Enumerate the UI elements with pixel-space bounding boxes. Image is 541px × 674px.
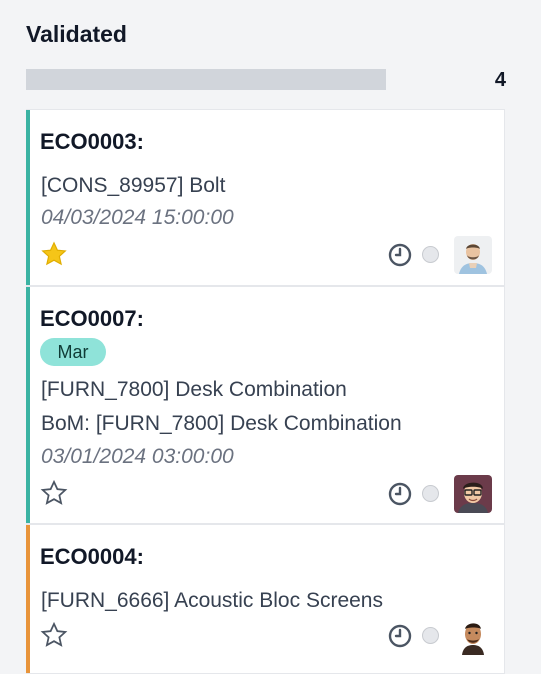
kanban-card[interactable]: ECO0007: Mar [FURN_7800] Desk Combinatio… xyxy=(26,286,505,524)
column-record-count: 4 xyxy=(494,69,506,91)
status-dot[interactable] xyxy=(422,627,439,644)
card-reference: ECO0003: xyxy=(40,129,144,154)
kanban-card[interactable]: ECO0004: [FURN_6666] Acoustic Bloc Scree… xyxy=(26,524,505,674)
clock-icon[interactable] xyxy=(388,624,412,648)
clock-icon[interactable] xyxy=(388,243,412,267)
status-dot[interactable] xyxy=(422,485,439,502)
man-cartoon-avatar-icon xyxy=(454,617,492,655)
user-avatar[interactable] xyxy=(454,475,492,513)
column-title[interactable]: Validated xyxy=(26,21,127,48)
status-dot[interactable] xyxy=(422,246,439,263)
clock-icon[interactable] xyxy=(388,482,412,506)
card-date: 03/01/2024 03:00:00 xyxy=(41,445,234,468)
card-reference: ECO0007: xyxy=(40,306,144,331)
star-outline-icon[interactable] xyxy=(40,621,68,649)
card-bom: BoM: [FURN_7800] Desk Combination xyxy=(41,412,402,435)
card-reference: ECO0004: xyxy=(40,544,144,569)
column-progress-bar[interactable] xyxy=(26,69,386,90)
kanban-card[interactable]: ECO0003: [CONS_89957] Bolt 04/03/2024 15… xyxy=(26,109,505,286)
user-avatar[interactable] xyxy=(454,617,492,655)
card-color-stripe xyxy=(26,110,30,285)
user-avatar[interactable] xyxy=(454,236,492,274)
card-date: 04/03/2024 15:00:00 xyxy=(41,206,234,229)
card-color-stripe xyxy=(26,525,30,673)
card-product: [FURN_7800] Desk Combination xyxy=(41,378,347,401)
star-outline-icon[interactable] xyxy=(40,479,68,507)
tag-badge: Mar xyxy=(40,338,106,366)
man-with-glasses-avatar-icon xyxy=(454,475,492,513)
man-with-beard-avatar-icon xyxy=(454,236,492,274)
card-color-stripe xyxy=(26,287,30,523)
card-product: [FURN_6666] Acoustic Bloc Screens xyxy=(41,589,383,612)
card-product: [CONS_89957] Bolt xyxy=(41,174,226,197)
star-icon[interactable] xyxy=(40,240,68,268)
